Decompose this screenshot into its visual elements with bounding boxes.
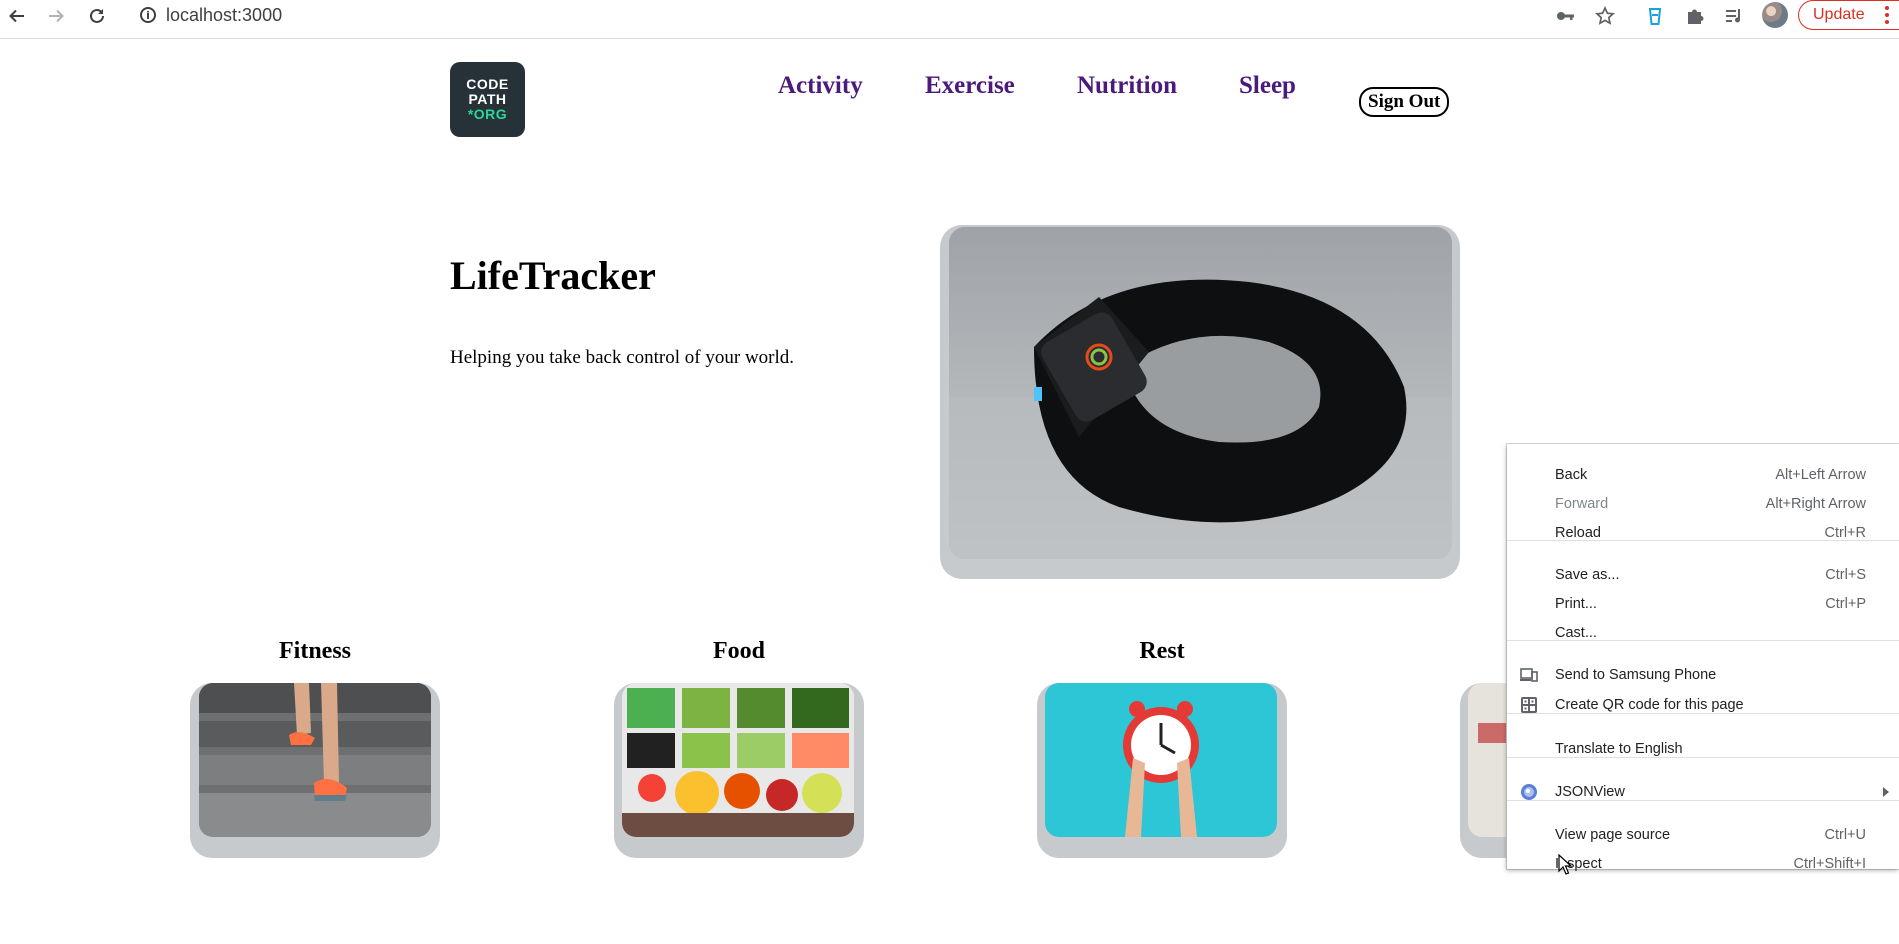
hero-tagline: Helping you take back control of your wo… xyxy=(450,347,795,368)
menu-label: Save as... xyxy=(1555,567,1620,583)
food-image[interactable] xyxy=(622,683,854,837)
rest-image[interactable] xyxy=(1045,683,1277,837)
submenu-arrow-icon xyxy=(1883,787,1889,797)
qr-code-icon xyxy=(1520,696,1538,714)
menu-shortcut: Alt+Left Arrow xyxy=(1775,467,1866,483)
jsonview-icon xyxy=(1520,783,1538,801)
menu-label: Reload xyxy=(1555,525,1601,541)
menu-shortcut: Ctrl+R xyxy=(1824,525,1867,541)
logo-line2: PATH xyxy=(468,91,507,107)
mouse-cursor-icon xyxy=(1558,853,1573,881)
menu-label: Forward xyxy=(1555,496,1609,512)
menu-shortcut: Ctrl+P xyxy=(1825,596,1866,612)
menu-item-translate[interactable]: Translate to English xyxy=(1507,736,1899,762)
menu-label: Print... xyxy=(1555,596,1597,612)
logo-line1: CODE xyxy=(466,76,509,92)
hero-title: LifeTracker xyxy=(450,253,656,298)
url-text: localhost:3000 xyxy=(166,4,283,25)
menu-item-send-to-phone[interactable]: Send to Samsung Phone xyxy=(1507,662,1899,688)
menu-item-jsonview[interactable]: JSONView xyxy=(1507,779,1899,805)
smartwatch-image xyxy=(949,227,1452,559)
profile-avatar[interactable] xyxy=(1762,2,1788,28)
menu-item-reload[interactable]: Reload Ctrl+R xyxy=(1507,520,1899,546)
menu-shortcut: Ctrl+S xyxy=(1825,567,1866,583)
menu-separator xyxy=(1507,540,1899,541)
menu-item-print[interactable]: Print... Ctrl+P xyxy=(1507,591,1899,617)
menu-separator xyxy=(1507,713,1899,714)
back-arrow-icon[interactable] xyxy=(5,4,29,28)
card-title-fitness: Fitness xyxy=(279,638,351,664)
menu-label: Translate to English xyxy=(1555,741,1683,757)
media-queue-icon[interactable] xyxy=(1722,4,1746,28)
menu-item-save-as[interactable]: Save as... Ctrl+S xyxy=(1507,562,1899,588)
menu-item-forward[interactable]: Forward Alt+Right Arrow xyxy=(1507,491,1899,517)
sign-out-button[interactable]: Sign Out xyxy=(1359,87,1450,117)
nav-link-exercise[interactable]: Exercise xyxy=(925,72,1015,100)
kebab-menu-icon[interactable] xyxy=(1885,6,1889,24)
partial-card-image xyxy=(1468,683,1507,837)
nav-link-nutrition[interactable]: Nutrition xyxy=(1077,72,1177,100)
nav-link-activity[interactable]: Activity xyxy=(778,72,863,100)
codepath-logo[interactable]: CODE PATH *ORG xyxy=(450,62,525,137)
menu-separator xyxy=(1507,757,1899,758)
update-label: Update xyxy=(1813,6,1865,23)
key-icon[interactable] xyxy=(1553,4,1577,28)
reload-icon[interactable] xyxy=(85,4,109,28)
menu-shortcut: Ctrl+Shift+I xyxy=(1793,856,1866,872)
menu-separator xyxy=(1507,640,1899,641)
menu-label: Send to Samsung Phone xyxy=(1555,667,1717,683)
menu-item-view-source[interactable]: View page source Ctrl+U xyxy=(1507,822,1899,848)
card-title-food: Food xyxy=(712,638,765,664)
menu-label: JSONView xyxy=(1555,784,1625,800)
menu-label: View page source xyxy=(1555,827,1671,843)
browser-toolbar: i localhost:3000 Update xyxy=(0,0,1899,39)
menu-item-cast[interactable]: Cast... xyxy=(1507,620,1899,646)
bookmark-star-icon[interactable] xyxy=(1593,4,1617,28)
menu-label: Back xyxy=(1555,467,1588,483)
menu-label: Create QR code for this page xyxy=(1555,697,1744,713)
extensions-puzzle-icon[interactable] xyxy=(1683,4,1707,28)
extension-cup-icon[interactable] xyxy=(1643,4,1667,28)
menu-separator xyxy=(1507,800,1899,801)
fitness-image[interactable] xyxy=(199,683,431,837)
site-info-icon[interactable]: i xyxy=(140,7,156,23)
context-menu: Back Alt+Left Arrow Forward Alt+Right Ar… xyxy=(1507,444,1899,872)
menu-item-back[interactable]: Back Alt+Left Arrow xyxy=(1507,462,1899,488)
nav-link-sleep[interactable]: Sleep xyxy=(1239,72,1296,100)
menu-label: Cast... xyxy=(1555,625,1597,641)
menu-item-qr-code[interactable]: Create QR code for this page xyxy=(1507,692,1899,718)
menu-shortcut: Ctrl+U xyxy=(1824,827,1867,843)
forward-arrow-icon[interactable] xyxy=(44,4,68,28)
send-to-device-icon xyxy=(1520,666,1538,684)
update-button[interactable]: Update xyxy=(1798,0,1899,30)
menu-shortcut: Alt+Right Arrow xyxy=(1765,496,1866,512)
address-bar[interactable]: i localhost:3000 xyxy=(140,0,282,30)
card-title-rest: Rest xyxy=(1139,638,1185,664)
logo-line3: *ORG xyxy=(467,106,508,122)
